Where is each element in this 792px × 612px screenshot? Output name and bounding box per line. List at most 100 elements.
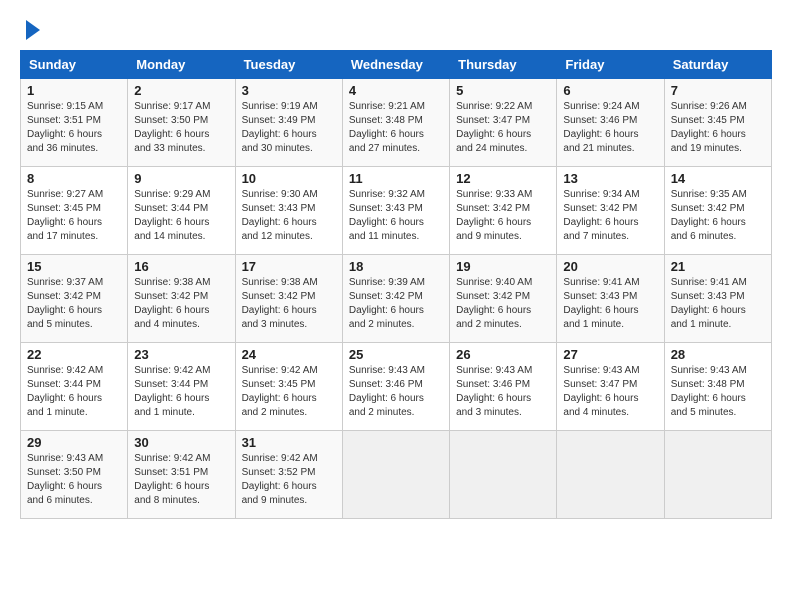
day-info: Sunrise: 9:41 AM Sunset: 3:43 PM Dayligh… bbox=[563, 276, 657, 332]
day-number: 18 bbox=[349, 259, 443, 274]
calendar-cell bbox=[664, 431, 771, 519]
calendar-cell: 9 Sunrise: 9:29 AM Sunset: 3:44 PM Dayli… bbox=[128, 167, 235, 255]
calendar-cell bbox=[450, 431, 557, 519]
day-info: Sunrise: 9:19 AM Sunset: 3:49 PM Dayligh… bbox=[242, 100, 336, 156]
weekday-header-row: SundayMondayTuesdayWednesdayThursdayFrid… bbox=[21, 51, 772, 79]
calendar-cell: 24 Sunrise: 9:42 AM Sunset: 3:45 PM Dayl… bbox=[235, 343, 342, 431]
day-info: Sunrise: 9:17 AM Sunset: 3:50 PM Dayligh… bbox=[134, 100, 228, 156]
calendar-cell: 22 Sunrise: 9:42 AM Sunset: 3:44 PM Dayl… bbox=[21, 343, 128, 431]
calendar-cell: 6 Sunrise: 9:24 AM Sunset: 3:46 PM Dayli… bbox=[557, 79, 664, 167]
calendar-cell: 11 Sunrise: 9:32 AM Sunset: 3:43 PM Dayl… bbox=[342, 167, 449, 255]
day-number: 31 bbox=[242, 435, 336, 450]
day-number: 5 bbox=[456, 83, 550, 98]
day-info: Sunrise: 9:42 AM Sunset: 3:44 PM Dayligh… bbox=[27, 364, 121, 420]
calendar-cell: 8 Sunrise: 9:27 AM Sunset: 3:45 PM Dayli… bbox=[21, 167, 128, 255]
calendar-table: SundayMondayTuesdayWednesdayThursdayFrid… bbox=[20, 50, 772, 519]
day-info: Sunrise: 9:34 AM Sunset: 3:42 PM Dayligh… bbox=[563, 188, 657, 244]
day-info: Sunrise: 9:43 AM Sunset: 3:47 PM Dayligh… bbox=[563, 364, 657, 420]
day-info: Sunrise: 9:43 AM Sunset: 3:46 PM Dayligh… bbox=[456, 364, 550, 420]
calendar-cell: 10 Sunrise: 9:30 AM Sunset: 3:43 PM Dayl… bbox=[235, 167, 342, 255]
calendar-cell: 3 Sunrise: 9:19 AM Sunset: 3:49 PM Dayli… bbox=[235, 79, 342, 167]
day-info: Sunrise: 9:39 AM Sunset: 3:42 PM Dayligh… bbox=[349, 276, 443, 332]
calendar-cell: 21 Sunrise: 9:41 AM Sunset: 3:43 PM Dayl… bbox=[664, 255, 771, 343]
weekday-header-friday: Friday bbox=[557, 51, 664, 79]
day-info: Sunrise: 9:27 AM Sunset: 3:45 PM Dayligh… bbox=[27, 188, 121, 244]
day-number: 8 bbox=[27, 171, 121, 186]
week-row-4: 22 Sunrise: 9:42 AM Sunset: 3:44 PM Dayl… bbox=[21, 343, 772, 431]
day-number: 10 bbox=[242, 171, 336, 186]
calendar-cell: 2 Sunrise: 9:17 AM Sunset: 3:50 PM Dayli… bbox=[128, 79, 235, 167]
day-info: Sunrise: 9:43 AM Sunset: 3:50 PM Dayligh… bbox=[27, 452, 121, 508]
day-number: 22 bbox=[27, 347, 121, 362]
calendar-cell: 16 Sunrise: 9:38 AM Sunset: 3:42 PM Dayl… bbox=[128, 255, 235, 343]
calendar-cell: 23 Sunrise: 9:42 AM Sunset: 3:44 PM Dayl… bbox=[128, 343, 235, 431]
day-number: 28 bbox=[671, 347, 765, 362]
weekday-header-wednesday: Wednesday bbox=[342, 51, 449, 79]
day-info: Sunrise: 9:15 AM Sunset: 3:51 PM Dayligh… bbox=[27, 100, 121, 156]
day-number: 27 bbox=[563, 347, 657, 362]
calendar-cell: 20 Sunrise: 9:41 AM Sunset: 3:43 PM Dayl… bbox=[557, 255, 664, 343]
day-info: Sunrise: 9:37 AM Sunset: 3:42 PM Dayligh… bbox=[27, 276, 121, 332]
day-number: 15 bbox=[27, 259, 121, 274]
day-number: 16 bbox=[134, 259, 228, 274]
day-number: 21 bbox=[671, 259, 765, 274]
day-number: 11 bbox=[349, 171, 443, 186]
calendar-cell: 30 Sunrise: 9:42 AM Sunset: 3:51 PM Dayl… bbox=[128, 431, 235, 519]
week-row-5: 29 Sunrise: 9:43 AM Sunset: 3:50 PM Dayl… bbox=[21, 431, 772, 519]
calendar-cell: 28 Sunrise: 9:43 AM Sunset: 3:48 PM Dayl… bbox=[664, 343, 771, 431]
day-info: Sunrise: 9:42 AM Sunset: 3:45 PM Dayligh… bbox=[242, 364, 336, 420]
calendar-cell: 14 Sunrise: 9:35 AM Sunset: 3:42 PM Dayl… bbox=[664, 167, 771, 255]
calendar-cell: 5 Sunrise: 9:22 AM Sunset: 3:47 PM Dayli… bbox=[450, 79, 557, 167]
day-info: Sunrise: 9:26 AM Sunset: 3:45 PM Dayligh… bbox=[671, 100, 765, 156]
calendar-cell: 13 Sunrise: 9:34 AM Sunset: 3:42 PM Dayl… bbox=[557, 167, 664, 255]
day-info: Sunrise: 9:43 AM Sunset: 3:46 PM Dayligh… bbox=[349, 364, 443, 420]
calendar-cell: 19 Sunrise: 9:40 AM Sunset: 3:42 PM Dayl… bbox=[450, 255, 557, 343]
weekday-header-sunday: Sunday bbox=[21, 51, 128, 79]
day-info: Sunrise: 9:32 AM Sunset: 3:43 PM Dayligh… bbox=[349, 188, 443, 244]
day-info: Sunrise: 9:29 AM Sunset: 3:44 PM Dayligh… bbox=[134, 188, 228, 244]
day-info: Sunrise: 9:41 AM Sunset: 3:43 PM Dayligh… bbox=[671, 276, 765, 332]
calendar-cell: 4 Sunrise: 9:21 AM Sunset: 3:48 PM Dayli… bbox=[342, 79, 449, 167]
day-info: Sunrise: 9:33 AM Sunset: 3:42 PM Dayligh… bbox=[456, 188, 550, 244]
day-number: 25 bbox=[349, 347, 443, 362]
weekday-header-saturday: Saturday bbox=[664, 51, 771, 79]
logo-triangle-icon bbox=[26, 20, 40, 40]
day-number: 24 bbox=[242, 347, 336, 362]
day-number: 23 bbox=[134, 347, 228, 362]
calendar-cell: 18 Sunrise: 9:39 AM Sunset: 3:42 PM Dayl… bbox=[342, 255, 449, 343]
day-number: 7 bbox=[671, 83, 765, 98]
day-info: Sunrise: 9:24 AM Sunset: 3:46 PM Dayligh… bbox=[563, 100, 657, 156]
week-row-2: 8 Sunrise: 9:27 AM Sunset: 3:45 PM Dayli… bbox=[21, 167, 772, 255]
day-number: 20 bbox=[563, 259, 657, 274]
calendar-cell: 15 Sunrise: 9:37 AM Sunset: 3:42 PM Dayl… bbox=[21, 255, 128, 343]
day-info: Sunrise: 9:21 AM Sunset: 3:48 PM Dayligh… bbox=[349, 100, 443, 156]
day-info: Sunrise: 9:38 AM Sunset: 3:42 PM Dayligh… bbox=[134, 276, 228, 332]
day-number: 26 bbox=[456, 347, 550, 362]
day-number: 6 bbox=[563, 83, 657, 98]
day-info: Sunrise: 9:42 AM Sunset: 3:52 PM Dayligh… bbox=[242, 452, 336, 508]
weekday-header-monday: Monday bbox=[128, 51, 235, 79]
week-row-3: 15 Sunrise: 9:37 AM Sunset: 3:42 PM Dayl… bbox=[21, 255, 772, 343]
week-row-1: 1 Sunrise: 9:15 AM Sunset: 3:51 PM Dayli… bbox=[21, 79, 772, 167]
day-number: 19 bbox=[456, 259, 550, 274]
day-number: 1 bbox=[27, 83, 121, 98]
day-number: 29 bbox=[27, 435, 121, 450]
day-number: 12 bbox=[456, 171, 550, 186]
day-info: Sunrise: 9:30 AM Sunset: 3:43 PM Dayligh… bbox=[242, 188, 336, 244]
day-info: Sunrise: 9:35 AM Sunset: 3:42 PM Dayligh… bbox=[671, 188, 765, 244]
calendar-cell bbox=[342, 431, 449, 519]
calendar-cell: 12 Sunrise: 9:33 AM Sunset: 3:42 PM Dayl… bbox=[450, 167, 557, 255]
logo bbox=[20, 20, 40, 40]
day-number: 30 bbox=[134, 435, 228, 450]
day-info: Sunrise: 9:22 AM Sunset: 3:47 PM Dayligh… bbox=[456, 100, 550, 156]
day-info: Sunrise: 9:42 AM Sunset: 3:51 PM Dayligh… bbox=[134, 452, 228, 508]
weekday-header-thursday: Thursday bbox=[450, 51, 557, 79]
weekday-header-tuesday: Tuesday bbox=[235, 51, 342, 79]
calendar-cell: 17 Sunrise: 9:38 AM Sunset: 3:42 PM Dayl… bbox=[235, 255, 342, 343]
day-number: 17 bbox=[242, 259, 336, 274]
calendar-cell: 7 Sunrise: 9:26 AM Sunset: 3:45 PM Dayli… bbox=[664, 79, 771, 167]
day-number: 9 bbox=[134, 171, 228, 186]
calendar-cell: 31 Sunrise: 9:42 AM Sunset: 3:52 PM Dayl… bbox=[235, 431, 342, 519]
calendar-cell: 29 Sunrise: 9:43 AM Sunset: 3:50 PM Dayl… bbox=[21, 431, 128, 519]
day-number: 14 bbox=[671, 171, 765, 186]
